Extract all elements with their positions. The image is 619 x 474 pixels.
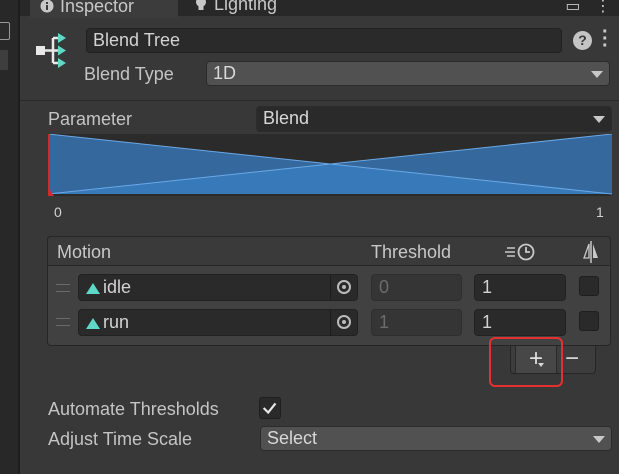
motion-field-idle[interactable]: idle: [78, 274, 358, 301]
section-divider: [20, 100, 619, 101]
left-panel-gutter: [0, 0, 18, 474]
blend-tree-icon: [36, 33, 66, 68]
panel-menu-button[interactable]: [0, 50, 8, 70]
chevron-down-icon: [593, 436, 605, 443]
automate-thresholds-checkbox[interactable]: [259, 397, 281, 419]
threshold-column-header: Threshold: [371, 242, 452, 262]
motion-name: idle: [103, 277, 132, 297]
parameter-value: Blend: [263, 108, 310, 128]
motion-column-header: Motion: [57, 242, 112, 262]
row-drag-handle[interactable]: [56, 318, 70, 326]
blend-tree-name-field[interactable]: Blend Tree: [86, 28, 562, 53]
object-picker-icon[interactable]: [330, 310, 357, 335]
remove-motion-button[interactable]: −: [562, 346, 582, 373]
tab-actions: ▭ ⋮: [565, 0, 611, 16]
threshold-field: 0: [371, 274, 462, 301]
graph-min-label: 0: [54, 204, 62, 220]
lightbulb-icon: [196, 0, 206, 10]
tab-lighting[interactable]: Lighting: [194, 0, 304, 16]
checkmark-icon: [262, 402, 277, 415]
animation-clip-icon: [86, 318, 100, 329]
motion-field-run[interactable]: run: [78, 309, 358, 336]
annotation-highlight-box: [489, 337, 563, 387]
tab-lighting-label: Lighting: [214, 0, 278, 14]
automate-thresholds-label: Automate Thresholds: [48, 399, 219, 419]
adjust-time-scale-label: Adjust Time Scale: [48, 429, 193, 449]
chevron-down-icon: [591, 71, 603, 78]
mirror-icon: [583, 241, 598, 263]
help-icon[interactable]: ?: [573, 31, 592, 50]
time-scale-field[interactable]: 1: [474, 309, 566, 336]
object-picker-icon[interactable]: [330, 275, 357, 300]
mirror-checkbox[interactable]: [579, 311, 599, 331]
maximize-icon[interactable]: ▭: [565, 0, 580, 15]
chevron-down-icon: [593, 116, 605, 123]
animation-clip-icon: [86, 283, 100, 294]
blend-graph[interactable]: [48, 134, 612, 196]
tab-menu-icon[interactable]: ⋮: [595, 0, 611, 15]
panel-divider[interactable]: [18, 0, 20, 474]
info-icon: [40, 0, 54, 13]
threshold-field: 1: [371, 309, 462, 336]
parameter-dropdown[interactable]: Blend: [256, 106, 612, 132]
tab-bar: Inspector Lighting ▭ ⋮: [20, 0, 619, 18]
mirror-checkbox[interactable]: [579, 276, 599, 296]
panel-toggle-button[interactable]: [0, 22, 10, 40]
time-scale-icon: [505, 243, 535, 261]
tab-inspector[interactable]: Inspector: [30, 0, 178, 18]
blend-type-value: 1D: [213, 63, 237, 83]
time-scale-field[interactable]: 1: [474, 274, 566, 301]
graph-max-label: 1: [596, 204, 604, 220]
blend-type-dropdown[interactable]: 1D: [206, 61, 610, 86]
adjust-time-scale-value: Select: [267, 428, 318, 448]
tab-inspector-label: Inspector: [60, 0, 135, 16]
parameter-label: Parameter: [48, 109, 133, 129]
motion-name: run: [103, 312, 130, 332]
row-drag-handle[interactable]: [56, 284, 70, 292]
blend-type-label: Blend Type: [84, 64, 174, 84]
context-menu-icon[interactable]: · · ·: [602, 22, 609, 56]
adjust-time-scale-dropdown[interactable]: Select: [260, 426, 612, 451]
